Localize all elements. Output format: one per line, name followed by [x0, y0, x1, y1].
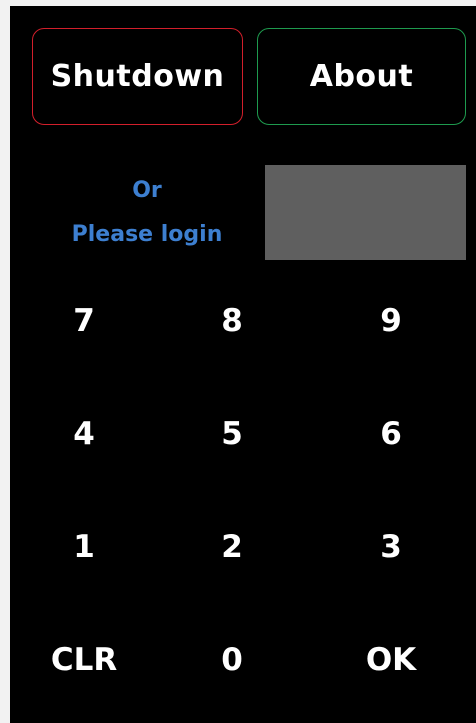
key-6[interactable]: 6	[306, 377, 476, 490]
key-4[interactable]: 4	[10, 377, 158, 490]
pin-input[interactable]	[265, 165, 466, 260]
login-screen: Shutdown About Or Please login 7 8 9 4 5…	[10, 6, 476, 723]
key-1[interactable]: 1	[10, 490, 158, 603]
or-label: Or	[132, 178, 162, 203]
please-login-label: Please login	[71, 222, 223, 247]
key-0[interactable]: 0	[158, 603, 306, 716]
numeric-keypad: 7 8 9 4 5 6 1 2 3 CLR 0 OK	[10, 264, 476, 716]
key-7[interactable]: 7	[10, 264, 158, 377]
key-8[interactable]: 8	[158, 264, 306, 377]
key-5[interactable]: 5	[158, 377, 306, 490]
ok-key[interactable]: OK	[306, 603, 476, 716]
clear-key[interactable]: CLR	[10, 603, 158, 716]
key-2[interactable]: 2	[158, 490, 306, 603]
key-9[interactable]: 9	[306, 264, 476, 377]
about-button[interactable]: About	[257, 28, 466, 125]
key-3[interactable]: 3	[306, 490, 476, 603]
shutdown-button[interactable]: Shutdown	[32, 28, 243, 125]
